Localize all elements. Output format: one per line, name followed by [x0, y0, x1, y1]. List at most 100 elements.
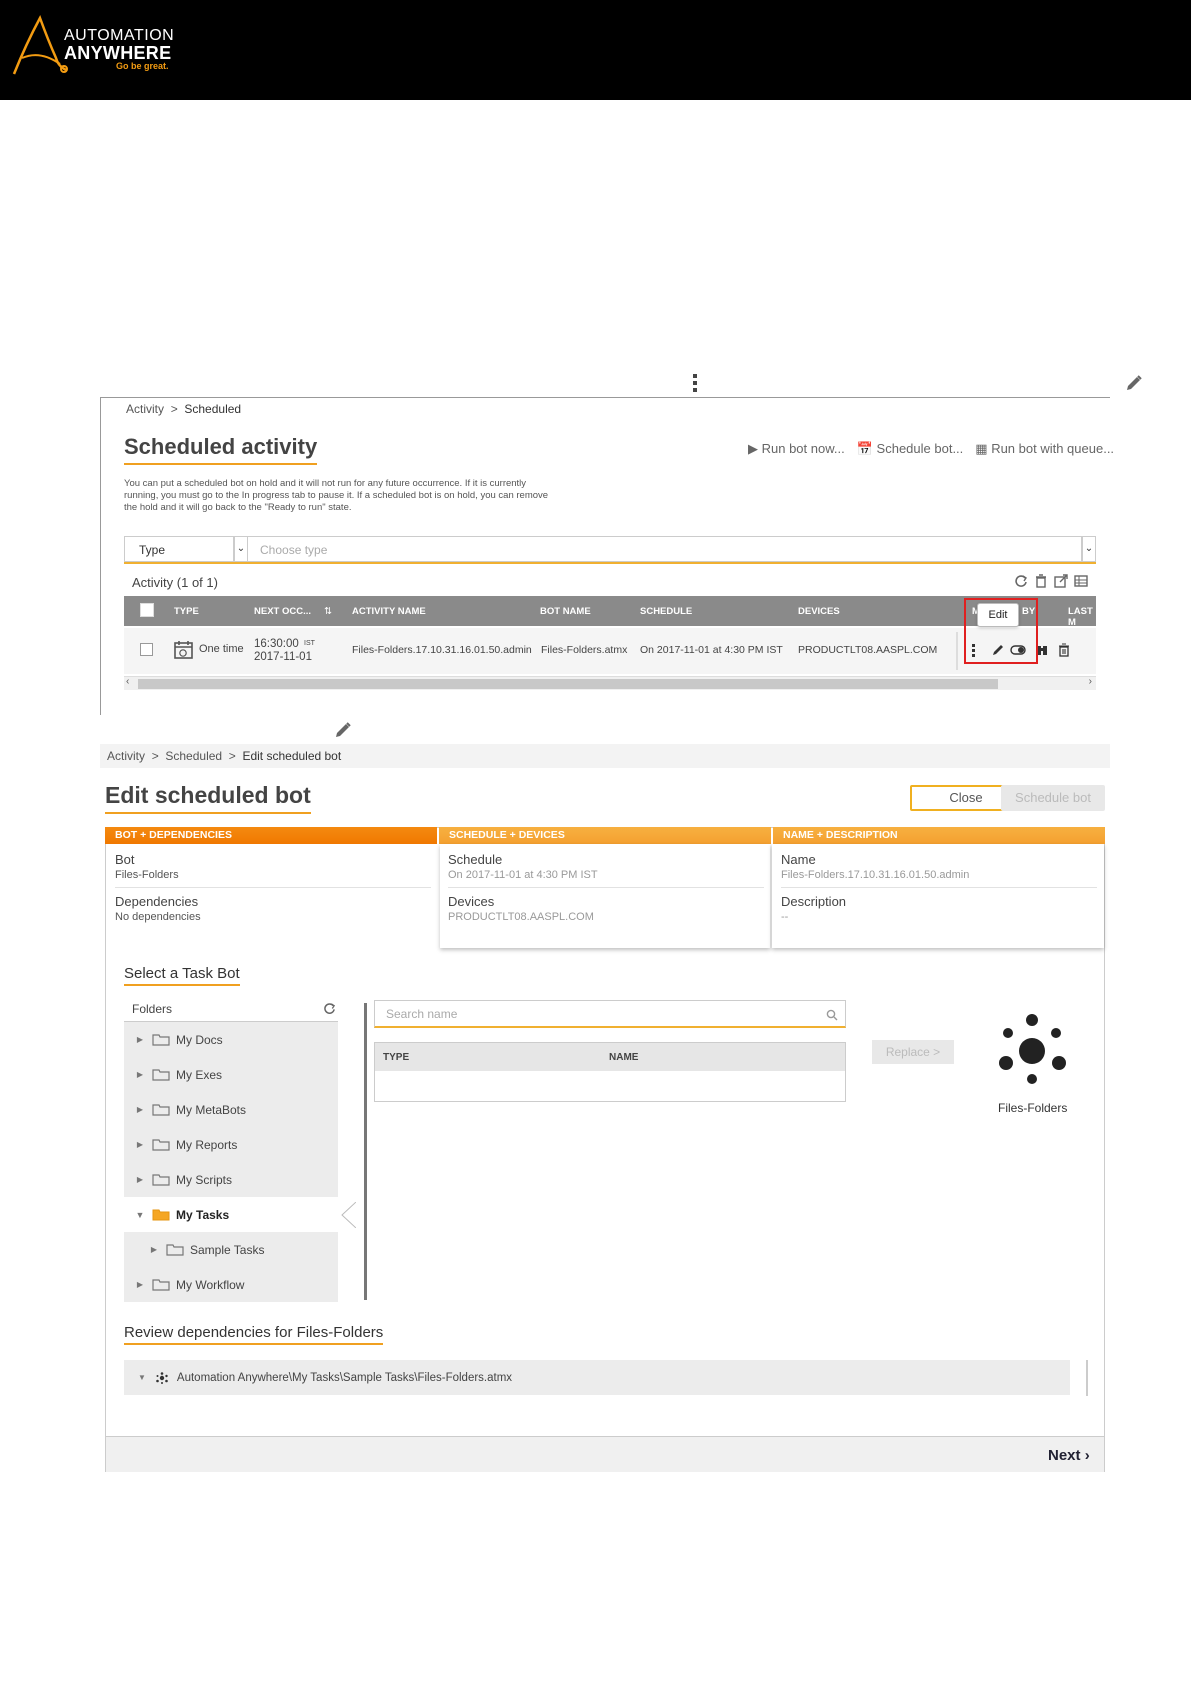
expand-arrow-icon[interactable]: ▶ [130, 1105, 150, 1114]
summary-name-column: Name Files-Folders.17.10.31.16.01.50.adm… [781, 844, 1097, 948]
breadcrumb-scheduled[interactable]: Scheduled [165, 749, 222, 763]
devices-value: PRODUCTLT08.AASPL.COM [448, 911, 594, 923]
choose-type-input[interactable]: Choose type [248, 536, 1082, 562]
pencil-icon [1127, 375, 1142, 390]
bot-loading-icon [999, 1014, 1066, 1084]
refresh-icon[interactable] [323, 1002, 336, 1015]
chevron-down-icon[interactable]: ⌄ [234, 536, 248, 562]
search-input[interactable]: Search name [374, 1000, 846, 1028]
row-type: One time [199, 643, 244, 655]
calendar-clock-icon [174, 641, 193, 659]
pencil-icon [336, 722, 351, 737]
step-bot-dependencies[interactable]: BOT + DEPENDENCIES [105, 827, 437, 844]
columns-icon[interactable] [1074, 574, 1088, 588]
row-checkbox[interactable] [140, 643, 153, 656]
type-select[interactable]: Type [124, 536, 234, 562]
automation-anywhere-logo-icon [12, 14, 68, 75]
table-header: TYPE NEXT OCC... ⇅ ACTIVITY NAME BOT NAM… [124, 596, 1096, 628]
expand-arrow-icon[interactable]: ▶ [144, 1245, 164, 1254]
step-name-description[interactable]: NAME + DESCRIPTION [773, 827, 1105, 844]
trash-icon[interactable] [1034, 574, 1048, 588]
breadcrumb-activity[interactable]: Activity [107, 749, 145, 763]
chevron-down-icon[interactable]: ⌄ [1082, 536, 1096, 562]
expand-arrow-icon[interactable]: ▶ [130, 1070, 150, 1079]
next-button[interactable]: Next › [1048, 1447, 1090, 1464]
col-next-occurrence[interactable]: NEXT OCC... [254, 606, 311, 617]
row-next-time: 16:30:00 [254, 638, 299, 650]
folder-item-selected[interactable]: ▼ My Tasks [124, 1197, 338, 1232]
col-name[interactable]: NAME [609, 1052, 638, 1063]
folder-tree: Folders ▶ My Docs ▶ My Exes ▶ My MetaBots ▶… [124, 996, 338, 1302]
filter-bar: Type ⌄ Choose type ⌄ [124, 536, 1096, 564]
expand-arrow-icon[interactable]: ▶ [130, 1140, 150, 1149]
refresh-icon[interactable] [1014, 574, 1028, 588]
folder-item[interactable]: ▶ Sample Tasks [124, 1232, 338, 1267]
select-all-checkbox[interactable] [140, 603, 154, 617]
row-schedule: On 2017-11-01 at 4:30 PM IST [640, 644, 783, 656]
vertical-scrollbar[interactable] [1086, 1360, 1088, 1396]
breadcrumb-separator: > [151, 749, 159, 763]
col-activity-name[interactable]: ACTIVITY NAME [352, 606, 426, 617]
folder-label: My Exes [176, 1067, 223, 1082]
folder-icon [152, 1139, 170, 1151]
description-label: Description [781, 894, 847, 909]
collapse-arrow-icon[interactable]: ▼ [130, 1210, 150, 1220]
folder-item[interactable]: ▶ My Docs [124, 1022, 338, 1057]
folder-item[interactable]: ▶ My Exes [124, 1057, 338, 1092]
expand-arrow-icon[interactable]: ▶ [130, 1035, 150, 1044]
dependency-row[interactable]: ▼ Automation Anywhere\My Tasks\Sample Ta… [124, 1360, 1070, 1395]
breadcrumb: Activity > Scheduled [126, 402, 241, 416]
folder-icon [152, 1279, 170, 1291]
review-dependencies-heading: Review dependencies for Files-Folders [124, 1324, 384, 1345]
scroll-right-icon[interactable]: › [1089, 676, 1092, 687]
breadcrumb-activity[interactable]: Activity [126, 402, 164, 416]
folder-item[interactable]: ▶ My Reports [124, 1127, 338, 1162]
step-schedule-devices[interactable]: SCHEDULE + DEVICES [439, 827, 771, 844]
schedule-bot-label: Schedule bot... [876, 441, 964, 456]
collapse-arrow-icon[interactable]: ▼ [138, 1373, 146, 1382]
scrollbar-thumb[interactable] [138, 679, 998, 689]
expand-arrow-icon[interactable]: ▶ [130, 1175, 150, 1184]
col-schedule[interactable]: SCHEDULE [640, 606, 692, 617]
folder-label: Sample Tasks [190, 1242, 265, 1257]
col-bot-name[interactable]: BOT NAME [540, 606, 591, 617]
page-description: You can put a scheduled bot on hold and … [124, 478, 549, 513]
sort-icon[interactable]: ⇅ [324, 606, 332, 617]
col-type[interactable]: TYPE [174, 606, 199, 617]
col-type[interactable]: TYPE [383, 1052, 409, 1063]
trash-icon[interactable] [1058, 643, 1070, 657]
folders-header: Folders [124, 996, 338, 1022]
run-bot-with-queue-link[interactable]: ▦ Run bot with queue... [975, 441, 1114, 457]
expand-arrow-icon[interactable]: ▶ [130, 1280, 150, 1289]
schedule-label: Schedule [448, 852, 503, 867]
search-icon[interactable] [826, 1009, 838, 1021]
folder-item[interactable]: ▶ My Scripts [124, 1162, 338, 1197]
scroll-left-icon[interactable]: ‹ [126, 676, 129, 687]
breadcrumb-scheduled: Scheduled [184, 402, 242, 416]
header-bar: AUTOMATION ANYWHERE Go be great. [0, 0, 1191, 100]
schedule-bot-link[interactable]: 📅 Schedule bot... [857, 441, 964, 457]
run-bot-now-link[interactable]: ▶ Run bot now... [748, 441, 845, 457]
schedule-value: On 2017-11-01 at 4:30 PM IST [448, 869, 598, 881]
col-last-m[interactable]: LAST M [1068, 606, 1096, 628]
activity-count: Activity (1 of 1) [132, 575, 218, 590]
next-label: Next [1048, 1447, 1081, 1464]
summary-schedule-column: Schedule On 2017-11-01 at 4:30 PM IST De… [448, 844, 764, 948]
table-row[interactable]: One time 16:30:00 IST 2017-11-01 Files-F… [124, 628, 1096, 674]
folder-item[interactable]: ▶ My Workflow [124, 1267, 338, 1302]
schedule-bot-button[interactable]: Schedule bot [1001, 785, 1105, 811]
devices-label: Devices [448, 894, 495, 909]
dependencies-value: No dependencies [115, 911, 201, 923]
breadcrumb-separator: > [228, 749, 236, 763]
description-value: -- [781, 911, 789, 923]
row-devices: PRODUCTLT08.AASPL.COM [798, 644, 938, 656]
folder-item[interactable]: ▶ My MetaBots [124, 1092, 338, 1127]
col-devices[interactable]: DEVICES [798, 606, 840, 617]
folder-icon [152, 1069, 170, 1081]
breadcrumb-edit-scheduled-bot: Edit scheduled bot [242, 749, 342, 763]
replace-button[interactable]: Replace > [872, 1040, 954, 1064]
name-value: Files-Folders.17.10.31.16.01.50.admin [781, 869, 970, 881]
export-icon[interactable] [1054, 574, 1068, 588]
row-timezone: IST [304, 640, 315, 647]
horizontal-scrollbar[interactable]: ‹ › [124, 676, 1096, 690]
